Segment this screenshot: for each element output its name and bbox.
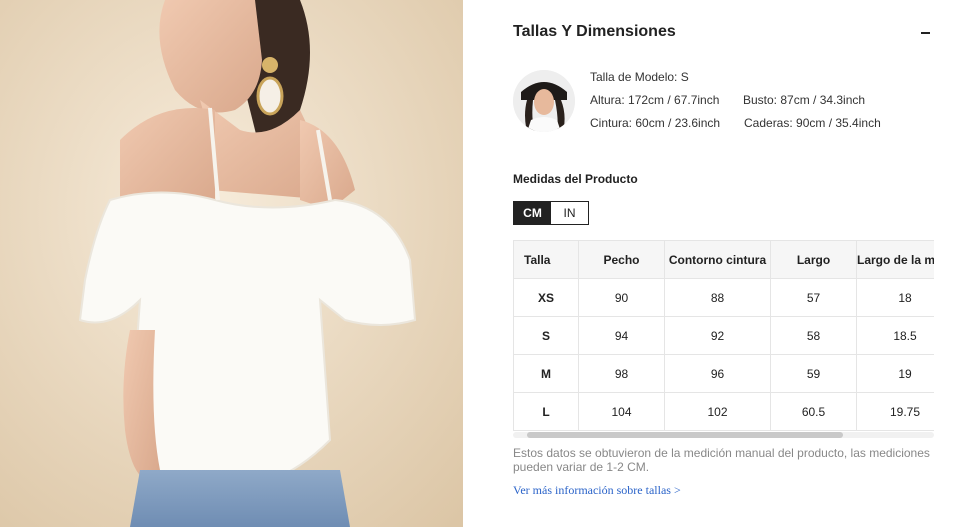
cell-pecho: 90 (578, 278, 665, 317)
cell-pecho: 94 (578, 316, 665, 355)
cell-cintura: 96 (664, 354, 771, 393)
cell-size: S (513, 316, 579, 355)
cell-manga: 18.5 (856, 316, 934, 355)
cell-size: XS (513, 278, 579, 317)
model-waist: Cintura: 60cm / 23.6inch (590, 116, 721, 130)
more-size-info-link[interactable]: Ver más información sobre tallas > (513, 483, 681, 498)
cell-cintura: 88 (664, 278, 771, 317)
model-wearing-top-illustration (0, 0, 463, 527)
cell-cintura: 92 (664, 316, 771, 355)
model-hips: Caderas: 90cm / 35.4inch (744, 116, 881, 130)
table-row: XS 90 88 57 18 (513, 278, 934, 317)
cell-pecho: 98 (578, 354, 665, 393)
table-row: L 104 102 60.5 19.75 (513, 392, 934, 431)
header-largo-manga: Largo de la manga (856, 240, 934, 279)
table-header-row: Talla Pecho Contorno cintura Largo Largo… (513, 240, 934, 279)
unit-in-button[interactable]: IN (551, 202, 588, 224)
size-table-container[interactable]: Talla Pecho Contorno cintura Largo Largo… (513, 240, 934, 431)
measurement-note: Estos datos se obtuvieron de la medición… (513, 446, 930, 474)
cell-pecho: 104 (578, 392, 665, 431)
unit-toggle: CM IN (513, 201, 589, 225)
size-table: Talla Pecho Contorno cintura Largo Largo… (513, 240, 934, 431)
cell-largo: 57 (770, 278, 857, 317)
header-talla: Talla (513, 240, 579, 279)
cell-manga: 18 (856, 278, 934, 317)
cell-manga: 19 (856, 354, 934, 393)
table-scrollbar-thumb[interactable] (527, 432, 843, 438)
minus-icon (921, 32, 930, 34)
unit-cm-button[interactable]: CM (514, 202, 551, 224)
cell-largo: 58 (770, 316, 857, 355)
cell-cintura: 102 (664, 392, 771, 431)
model-height: Altura: 172cm / 67.7inch (590, 93, 720, 107)
header-largo: Largo (770, 240, 857, 279)
table-scrollbar[interactable] (513, 432, 934, 438)
collapse-button[interactable] (918, 22, 934, 42)
cell-largo: 60.5 (770, 392, 857, 431)
measurements-title: Medidas del Producto (513, 172, 638, 186)
cell-size: M (513, 354, 579, 393)
product-photo (0, 0, 463, 527)
table-row: M 98 96 59 19 (513, 354, 934, 393)
cell-largo: 59 (770, 354, 857, 393)
cell-manga: 19.75 (856, 392, 934, 431)
model-portrait-icon (513, 70, 575, 132)
model-bust: Busto: 87cm / 34.3inch (743, 93, 866, 107)
header-pecho: Pecho (578, 240, 665, 279)
size-panel: Tallas Y Dimensiones Talla de Modelo: S … (463, 0, 956, 527)
section-title: Tallas Y Dimensiones (513, 23, 676, 40)
cell-size: L (513, 392, 579, 431)
model-size: Talla de Modelo: S (590, 70, 689, 84)
table-row: S 94 92 58 18.5 (513, 316, 934, 355)
model-avatar (513, 70, 575, 132)
header-contorno-cintura: Contorno cintura (664, 240, 771, 279)
